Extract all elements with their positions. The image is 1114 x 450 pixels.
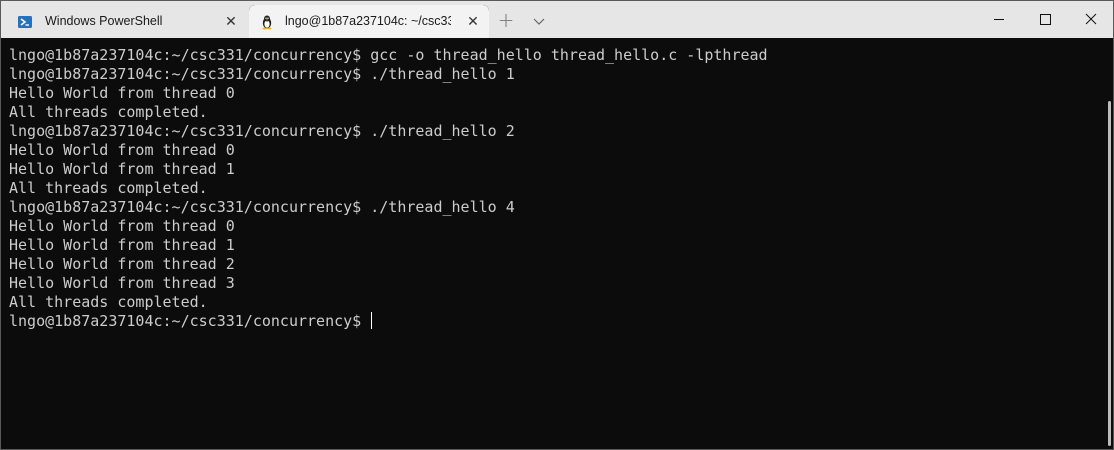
close-icon[interactable]: ✕ — [223, 13, 239, 29]
linux-penguin-icon — [259, 14, 275, 30]
powershell-icon — [17, 14, 33, 30]
terminal-line: All threads completed. — [9, 179, 208, 197]
scrollbar[interactable] — [1108, 101, 1111, 446]
terminal-prompt: lngo@1b87a237104c:~/csc331/concurrency$ — [9, 312, 371, 330]
terminal-line: Hello World from thread 1 — [9, 160, 235, 178]
tab-linux-shell[interactable]: lngo@1b87a237104c: ~/csc331 ✕ — [249, 5, 489, 38]
terminal-line: Hello World from thread 0 — [9, 141, 235, 159]
terminal-prompt-line[interactable]: lngo@1b87a237104c:~/csc331/concurrency$ — [9, 312, 1101, 331]
terminal-line: Hello World from thread 1 — [9, 236, 235, 254]
title-bar: Windows PowerShell ✕ lngo@1b87a237104c: … — [1, 1, 1113, 38]
terminal-line: All threads completed. — [9, 103, 208, 121]
terminal-line: lngo@1b87a237104c:~/csc331/concurrency$ … — [9, 46, 768, 64]
terminal-line: lngo@1b87a237104c:~/csc331/concurrency$ … — [9, 122, 515, 140]
terminal-line: lngo@1b87a237104c:~/csc331/concurrency$ … — [9, 198, 515, 216]
terminal-line: All threads completed. — [9, 293, 208, 311]
text-cursor — [371, 312, 373, 329]
terminal-window: Windows PowerShell ✕ lngo@1b87a237104c: … — [0, 0, 1114, 450]
maximize-icon — [1040, 14, 1051, 25]
tab-label: Windows PowerShell — [45, 14, 163, 28]
terminal-line: Hello World from thread 0 — [9, 84, 235, 102]
terminal-line: Hello World from thread 3 — [9, 274, 235, 292]
close-icon — [1085, 13, 1097, 25]
chevron-down-icon[interactable] — [528, 10, 550, 32]
terminal-line: lngo@1b87a237104c:~/csc331/concurrency$ … — [9, 65, 515, 83]
tab-windows-powershell[interactable]: Windows PowerShell ✕ — [7, 5, 247, 38]
terminal-line: Hello World from thread 2 — [9, 255, 235, 273]
tab-label: lngo@1b87a237104c: ~/csc331 — [285, 14, 451, 28]
close-window-button[interactable] — [1068, 1, 1113, 38]
minimize-icon — [994, 19, 1004, 20]
terminal-line: Hello World from thread 0 — [9, 217, 235, 235]
terminal-output[interactable]: lngo@1b87a237104c:~/csc331/concurrency$ … — [1, 38, 1101, 449]
plus-icon[interactable]: + — [494, 9, 518, 33]
minimize-button[interactable] — [976, 1, 1022, 38]
close-icon[interactable]: ✕ — [465, 13, 481, 29]
maximize-button[interactable] — [1022, 1, 1068, 38]
